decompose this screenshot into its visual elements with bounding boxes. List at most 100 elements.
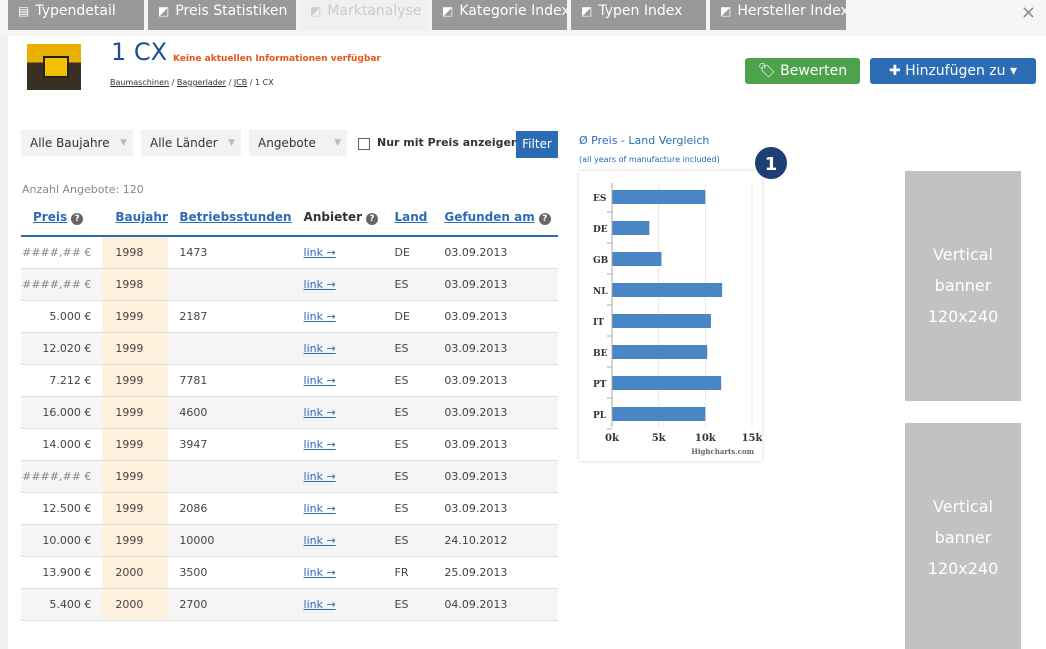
table-row: 10.000 €1999 10000 link → ES 24.10.2012 xyxy=(21,524,558,557)
country-cell: ES xyxy=(382,332,431,365)
year-cell: 1999 xyxy=(102,396,169,429)
found-date-cell: 03.09.2013 xyxy=(430,364,558,397)
col-country[interactable]: Land xyxy=(382,199,431,237)
year-select-value: Alle Baujahre xyxy=(30,136,110,150)
sort-hours-link[interactable]: Betriebsstunden xyxy=(179,210,291,224)
col-price[interactable]: Preis? xyxy=(21,199,103,237)
vendor-link-text[interactable]: link → xyxy=(304,310,336,323)
tab-label: Marktanalyse xyxy=(327,3,422,19)
bar-it[interactable] xyxy=(612,314,711,328)
col-found[interactable]: Gefunden am? xyxy=(430,199,558,237)
chevron-down-icon: ▼ xyxy=(228,138,235,148)
vendor-link-text[interactable]: link → xyxy=(304,598,336,611)
vendor-link[interactable]: link → xyxy=(291,268,383,301)
vendor-link[interactable]: link → xyxy=(291,300,383,333)
tab-typendetail[interactable]: ▤ Typendetail xyxy=(8,0,144,30)
vendor-link[interactable]: link → xyxy=(291,236,383,269)
bar-pt[interactable] xyxy=(612,376,722,390)
sort-year-link[interactable]: Baujahr xyxy=(115,210,167,224)
tab-kategorie-index[interactable]: ◩ Kategorie Index xyxy=(432,0,567,30)
chart-icon: ◩ xyxy=(158,4,170,18)
offers-select-value: Angebote xyxy=(258,136,316,150)
bar-nl[interactable] xyxy=(612,283,723,297)
vendor-link[interactable]: link → xyxy=(291,428,383,461)
breadcrumb-link[interactable]: Baggerlader xyxy=(177,78,226,87)
vendor-link-text[interactable]: link → xyxy=(304,342,336,355)
add-to-button[interactable]: ✚ Hinzufügen zu ▾ xyxy=(870,58,1036,84)
vertical-banner-1[interactable]: Vertical banner 120x240 xyxy=(905,171,1021,401)
vendor-link[interactable]: link → xyxy=(291,492,383,525)
vendor-link-text[interactable]: link → xyxy=(304,278,336,291)
bar-es[interactable] xyxy=(612,190,706,204)
year-cell: 2000 xyxy=(102,556,169,589)
vendor-link[interactable]: link → xyxy=(291,556,383,589)
found-date-cell: 03.09.2013 xyxy=(430,460,558,493)
price-only-checkbox[interactable] xyxy=(358,138,370,150)
tab-bar: ▤ Typendetail ◩ Preis Statistiken ◩ Marktan… xyxy=(0,0,1046,36)
page-title: 1 CX xyxy=(111,38,168,66)
hours-cell: 3947 xyxy=(168,428,292,461)
vendor-link-text[interactable]: link → xyxy=(304,470,336,483)
sort-found-link[interactable]: Gefunden am xyxy=(444,210,534,224)
chart-icon: ◩ xyxy=(720,4,732,18)
machine-thumbnail[interactable] xyxy=(27,44,81,90)
banner-text: banner xyxy=(934,528,992,547)
price-cell: 5.400 € xyxy=(21,588,103,621)
tab-label: Typendetail xyxy=(35,3,116,19)
vendor-link-text[interactable]: link → xyxy=(304,534,336,547)
table-row: 5.000 €1999 2187 link → DE 03.09.2013 xyxy=(21,300,558,333)
bar-pl[interactable] xyxy=(612,407,706,421)
vendor-link-text[interactable]: link → xyxy=(304,502,336,515)
rate-button[interactable]: 🏷 Bewerten xyxy=(745,58,860,84)
year-select[interactable]: Alle Baujahre ▼ xyxy=(21,130,133,156)
tab-marktanalyse[interactable]: ◩ Marktanalyse xyxy=(300,0,428,30)
country-cell: FR xyxy=(382,556,431,589)
tab-typen-index[interactable]: ◩ Typen Index xyxy=(571,0,706,30)
vertical-banner-2[interactable]: Vertical banner 120x240 xyxy=(905,423,1021,649)
filter-button[interactable]: Filter xyxy=(516,131,558,158)
help-icon[interactable]: ? xyxy=(71,212,84,225)
breadcrumb: Baumaschinen / Baggerlader / JCB / 1 CX xyxy=(110,78,274,87)
vendor-link[interactable]: link → xyxy=(291,396,383,429)
breadcrumb-link[interactable]: Baumaschinen xyxy=(110,78,169,87)
bar-gb[interactable] xyxy=(612,252,662,266)
vendor-link[interactable]: link → xyxy=(291,364,383,397)
vendor-link-text[interactable]: link → xyxy=(304,374,336,387)
price-cell: ####,## € xyxy=(21,236,103,269)
tab-preis-statistiken[interactable]: ◩ Preis Statistiken xyxy=(148,0,296,30)
vendor-link[interactable]: link → xyxy=(291,332,383,365)
vendor-link[interactable]: link → xyxy=(291,588,383,621)
col-hours[interactable]: Betriebsstunden xyxy=(168,199,292,237)
table-row: 12.020 €1999 link → ES 03.09.2013 xyxy=(21,332,558,365)
close-icon[interactable]: × xyxy=(1021,2,1036,23)
vendor-link-text[interactable]: link → xyxy=(304,566,336,579)
chart-credit[interactable]: Highcharts.com xyxy=(691,447,754,456)
help-icon[interactable]: ? xyxy=(366,212,379,225)
sort-price-link[interactable]: Preis xyxy=(33,210,67,224)
year-cell: 1999 xyxy=(102,492,169,525)
vendor-link-text[interactable]: link → xyxy=(304,438,336,451)
document-icon: ▤ xyxy=(18,4,30,18)
found-date-cell: 03.09.2013 xyxy=(430,268,558,301)
vendor-link[interactable]: link → xyxy=(291,524,383,557)
price-cell: 16.000 € xyxy=(21,396,103,429)
vendor-link-text[interactable]: link → xyxy=(304,406,336,419)
country-cell: DE xyxy=(382,300,431,333)
vendor-link[interactable]: link → xyxy=(291,460,383,493)
add-button-label: Hinzufügen zu ▾ xyxy=(905,63,1018,79)
tab-hersteller-index[interactable]: ◩ Hersteller Index xyxy=(710,0,846,30)
bar-be[interactable] xyxy=(612,345,708,359)
col-year[interactable]: Baujahr xyxy=(102,199,169,237)
price-cell: 10.000 € xyxy=(21,524,103,557)
offers-select[interactable]: Angebote ▼ xyxy=(249,130,347,156)
vendor-link-text[interactable]: link → xyxy=(304,246,336,259)
breadcrumb-link[interactable]: JCB xyxy=(234,78,247,87)
bar-de[interactable] xyxy=(612,221,650,235)
price-cell: ####,## € xyxy=(21,460,103,493)
col-vendor: Anbieter? xyxy=(291,199,383,237)
help-icon[interactable]: ? xyxy=(538,212,551,225)
x-tick-label: 5k xyxy=(652,433,667,444)
sort-country-link[interactable]: Land xyxy=(395,210,428,224)
offers-table: Preis? Baujahr Betriebsstunden Anbieter?… xyxy=(21,199,558,621)
country-select[interactable]: Alle Länder ▼ xyxy=(141,130,241,156)
